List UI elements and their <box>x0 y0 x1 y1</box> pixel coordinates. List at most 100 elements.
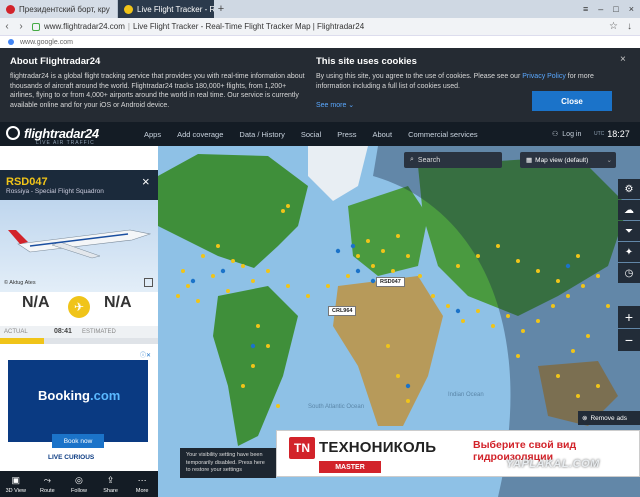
route-button[interactable]: ⤳ Route <box>32 471 64 497</box>
user-icon: ⚇ <box>552 131 559 138</box>
remove-ads-button[interactable]: ⊗ Remove ads <box>578 411 640 425</box>
dismiss-icon[interactable]: × <box>620 54 626 65</box>
flight-route: N/A ✈ N/A <box>0 292 158 326</box>
expand-photo-icon[interactable] <box>144 278 153 287</box>
cookies-title: This site uses cookies <box>316 56 417 67</box>
about-text: flightradar24 is a global flight trackin… <box>10 73 305 109</box>
flight-progress-fill <box>0 338 45 344</box>
3d-view-button[interactable]: ▣ 3D View <box>0 471 32 497</box>
main-menu: Apps Add coverage Data / History Social … <box>144 122 478 146</box>
browser-tab-bar: Президентский борт, кру Live Flight Trac… <box>0 0 640 18</box>
flight-panel: RSD047 Rossiya - Special Flight Squadron… <box>0 146 158 497</box>
flight-times: ACTUAL 08:41 ESTIMATED <box>0 326 158 338</box>
forward-icon[interactable]: › <box>14 21 28 32</box>
visibility-toast[interactable]: Your visibility setting have been tempor… <box>180 448 276 478</box>
callsign-rsd047[interactable]: RSD047 <box>376 277 405 287</box>
nav-press[interactable]: Press <box>337 130 356 139</box>
book-now-button[interactable]: Book now <box>52 434 104 448</box>
new-tab-button[interactable]: + <box>214 3 228 15</box>
flight-progress <box>0 338 158 344</box>
callsign-crl964[interactable]: CRL964 <box>328 306 357 316</box>
flight-callsign: RSD047 <box>6 176 48 188</box>
weather-icon[interactable]: ☁ <box>618 200 640 220</box>
flight-actions: ▣ 3D View ⤳ Route ◎ Follow ⇪ Share ⋯ More <box>0 471 158 497</box>
landmass-north-america <box>158 154 308 268</box>
about-title: About Flightradar24 <box>10 56 101 67</box>
ads-icon: ⊗ <box>582 415 588 422</box>
destination-code: N/A <box>104 294 132 311</box>
nav-social[interactable]: Social <box>301 130 321 139</box>
landmass-europe <box>348 186 428 276</box>
zoom-out-icon[interactable]: − <box>618 329 640 351</box>
chevron-down-icon: ⌄ <box>606 157 612 164</box>
aircraft-photo[interactable]: © Aktug Ates <box>0 200 158 292</box>
address-bar: ‹ › www.flightradar24.com | Live Flight … <box>0 18 640 36</box>
fr24-favicon-icon <box>124 4 133 14</box>
nav-apps[interactable]: Apps <box>144 130 161 139</box>
airplane-icon: ✈ <box>68 296 90 318</box>
fr24-logo[interactable]: flightradar24 LIVE AIR TRAFFIC <box>6 126 102 146</box>
utc-clock: UTC 18:27 <box>594 129 630 139</box>
privacy-policy-link[interactable]: Privacy Policy <box>522 73 566 80</box>
map-tools: ⚙ ☁ ⏷ ✦ ◷ <box>618 179 640 284</box>
technonicol-logo: TN <box>289 437 315 459</box>
flight-header: RSD047 Rossiya - Special Flight Squadron… <box>0 170 158 200</box>
origin-code: N/A <box>22 294 50 311</box>
booking-ad[interactable]: ⓘ✕ Booking.com Book now LIVE CURIOUS <box>0 348 158 468</box>
more-icon: ⋯ <box>137 474 147 485</box>
google-icon <box>8 39 14 45</box>
ocean-label-atlantic: South Atlantic Ocean <box>308 404 364 410</box>
share-icon: ⇪ <box>106 474 115 485</box>
route-icon: ⤳ <box>43 474 51 485</box>
booking-tagline: LIVE CURIOUS <box>48 454 95 461</box>
settings-gear-icon[interactable]: ⚙ <box>618 179 640 199</box>
watermark: YAPLAKAL.COM <box>506 458 600 470</box>
playback-icon[interactable]: ◷ <box>618 263 640 283</box>
back-icon[interactable]: ‹ <box>0 21 14 32</box>
zoom-controls: + − <box>618 306 640 352</box>
bookmark-icon[interactable]: ☆ <box>609 21 618 32</box>
filter-icon[interactable]: ⏷ <box>618 221 640 241</box>
flight-operator: Rossiya - Special Flight Squadron <box>6 188 104 195</box>
landmass-south-america <box>213 286 298 446</box>
map-view-dropdown[interactable]: ▦ Map view (default) ⌄ <box>520 152 616 168</box>
ad-info-icon[interactable]: ⓘ✕ <box>140 350 151 359</box>
download-icon[interactable]: ↓ <box>627 21 632 32</box>
close-window-icon[interactable]: × <box>629 4 634 14</box>
follow-button[interactable]: ◎ Follow <box>63 471 95 497</box>
cookies-text: By using this site, you agree to the use… <box>316 73 594 90</box>
radar-logo-icon <box>6 126 20 140</box>
map-view-icon: ▦ <box>526 157 533 164</box>
cube-icon: ▣ <box>11 474 21 485</box>
actual-time: 08:41 <box>54 328 72 335</box>
maximize-icon[interactable]: □ <box>613 4 618 14</box>
widgets-icon[interactable]: ✦ <box>618 242 640 262</box>
cookie-banner: About Flightradar24 flightradar24 is a g… <box>0 48 640 122</box>
nav-add-coverage[interactable]: Add coverage <box>177 130 223 139</box>
more-button[interactable]: ⋯ More <box>126 471 158 497</box>
tab-flightradar[interactable]: Live Flight Tracker - Rea × <box>118 0 214 18</box>
landmass-greenland <box>308 146 368 201</box>
photo-credit: © Aktug Ates <box>4 280 36 286</box>
nav-about[interactable]: About <box>372 130 392 139</box>
yandex-favicon-icon <box>6 4 15 14</box>
site-nav: flightradar24 LIVE AIR TRAFFIC Apps Add … <box>0 122 640 146</box>
see-more-link[interactable]: See more ⌄ <box>316 101 354 109</box>
close-cookie-button[interactable]: Close <box>532 91 612 111</box>
search-button[interactable]: ⌕ Search <box>404 152 502 168</box>
ad-badge: MASTER <box>319 461 381 473</box>
share-button[interactable]: ⇪ Share <box>95 471 127 497</box>
tab-president-board[interactable]: Президентский борт, кру <box>0 0 118 18</box>
minimize-icon[interactable]: – <box>598 4 603 14</box>
url-field[interactable]: www.flightradar24.com | Live Flight Trac… <box>32 22 364 31</box>
search-icon: ⌕ <box>410 156 414 163</box>
lock-icon <box>32 22 40 31</box>
nav-commercial[interactable]: Commercial services <box>408 130 478 139</box>
zoom-in-icon[interactable]: + <box>618 306 640 328</box>
menu-icon[interactable]: ≡ <box>583 4 588 14</box>
close-panel-icon[interactable]: × <box>142 174 150 189</box>
target-icon: ◎ <box>75 474 83 485</box>
nav-data-history[interactable]: Data / History <box>239 130 284 139</box>
login-button[interactable]: ⚇ Log in <box>552 122 581 146</box>
search-suggestion[interactable]: www.google.com <box>0 36 640 48</box>
